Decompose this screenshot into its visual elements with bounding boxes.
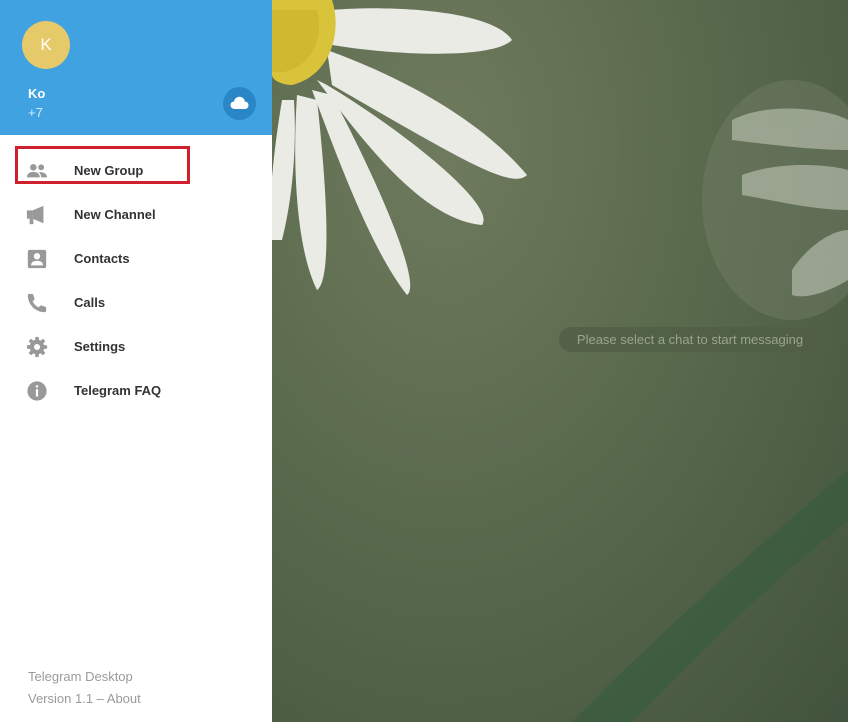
menu-item-label: Settings: [74, 339, 126, 354]
cloud-icon: [230, 96, 249, 109]
menu-item-telegram-faq[interactable]: Telegram FAQ: [0, 368, 272, 412]
chat-area-background: Please select a chat to start messaging: [272, 0, 848, 722]
menu-item-new-channel[interactable]: New Channel: [0, 192, 272, 236]
menu-item-contacts[interactable]: Contacts: [0, 236, 272, 280]
menu-item-label: Contacts: [74, 251, 130, 266]
profile-name: Ko: [28, 86, 46, 101]
empty-chat-message: Please select a chat to start messaging: [559, 327, 821, 352]
menu-item-label: Telegram FAQ: [74, 383, 162, 398]
info-icon: [27, 381, 47, 401]
highlight-box: [15, 146, 190, 184]
menu-item-label: Calls: [74, 295, 106, 310]
telegram-window: Please select a chat to start messaging …: [0, 0, 848, 722]
phone-icon: [27, 293, 47, 313]
menu-item-label: New Channel: [74, 207, 156, 222]
gear-icon: [26, 336, 48, 358]
profile-phone: +7: [28, 105, 43, 120]
app-name: Telegram Desktop: [28, 669, 133, 684]
daisy-wallpaper: [272, 0, 848, 722]
menu-item-settings[interactable]: Settings: [0, 324, 272, 368]
app-footer: Telegram Desktop Version 1.1 – About: [28, 666, 141, 710]
megaphone-icon: [26, 205, 44, 225]
avatar[interactable]: K: [22, 21, 70, 69]
main-menu: New Group New Channel Contacts Calls Set…: [0, 148, 272, 412]
menu-item-calls[interactable]: Calls: [0, 280, 272, 324]
saved-messages-button[interactable]: [223, 87, 256, 120]
profile-header: K Ko +7: [0, 0, 272, 135]
version-about-link[interactable]: Version 1.1 – About: [28, 688, 141, 710]
contact-card-icon: [27, 249, 47, 269]
main-menu-sidebar: K Ko +7 New Group New Channel Contacts C…: [0, 0, 272, 722]
